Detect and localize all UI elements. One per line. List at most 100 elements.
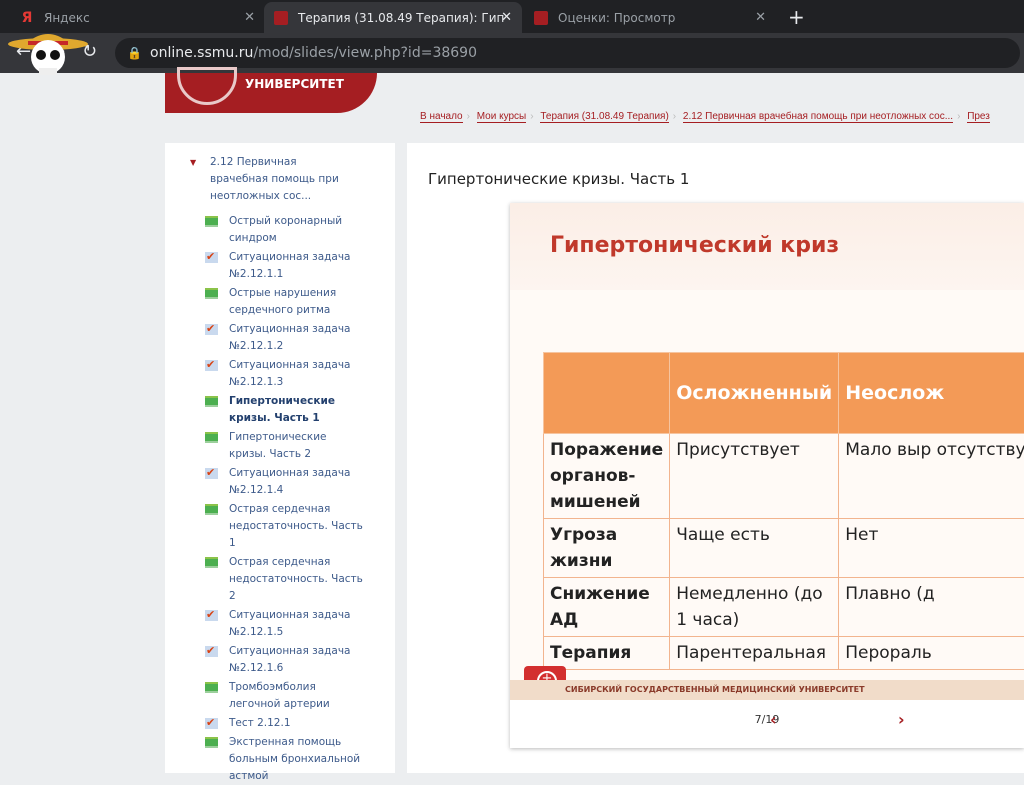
new-tab-button[interactable]: + (788, 5, 805, 29)
url-path: /mod/slides/view.php?id=38690 (253, 45, 477, 61)
table-cell: Чаще есть (670, 519, 839, 578)
seal-icon (177, 67, 237, 105)
table-cell: Немедленно (до 1 часа) (670, 578, 839, 637)
sidebar-item-label: Гипертонические кризы. Часть 1 (205, 393, 365, 427)
sidebar-item[interactable]: Тромбоэмболия легочной артерии (205, 679, 365, 713)
table-cell: Парентеральная (670, 637, 839, 670)
sidebar-item-label: Ситуационная задача №2.12.1.1 (205, 249, 365, 283)
slides-icon (205, 432, 218, 443)
sidebar-item[interactable]: Гипертонические кризы. Часть 2 (205, 429, 365, 463)
table-row: Снижение АДНемедленно (до 1 часа)Плавно … (544, 578, 1024, 637)
sidebar-item[interactable]: Ситуационная задача №2.12.1.5 (205, 607, 365, 641)
slide-header: Гипертонический криз (510, 203, 1024, 290)
comparison-table: Осложненный Неослож Поражение органов- м… (543, 352, 1024, 670)
close-icon[interactable]: ✕ (755, 10, 766, 25)
course-navigation: ▼2.12 Первичная врачебная помощь при нео… (165, 143, 395, 773)
slides-icon (205, 682, 218, 693)
section-link[interactable]: ▼2.12 Первичная врачебная помощь при нео… (190, 154, 350, 205)
quiz-icon (205, 360, 218, 371)
sidebar-item[interactable]: Острый коронарный синдром (205, 213, 365, 247)
tab-yandex[interactable]: Я Яндекс ✕ (10, 2, 265, 33)
prev-slide-button[interactable]: ‹ (770, 710, 777, 729)
tab-grades[interactable]: Оценки: Просмотр ✕ (524, 2, 776, 33)
table-header (544, 353, 670, 434)
sidebar-item[interactable]: Ситуационная задача №2.12.1.6 (205, 643, 365, 677)
breadcrumb: В начало› Мои курсы› Терапия (31.08.49 Т… (420, 111, 990, 122)
page-title: Гипертонические кризы. Часть 1 (428, 170, 689, 188)
slides-icon (205, 737, 218, 748)
url-host: online.ssmu.ru (150, 45, 253, 61)
quiz-icon (205, 252, 218, 263)
quiz-icon (205, 646, 218, 657)
sidebar-item-label: Ситуационная задача №2.12.1.5 (205, 607, 365, 641)
sidebar-item-label: Ситуационная задача №2.12.1.2 (205, 321, 365, 355)
ssmu-icon (534, 11, 548, 25)
table-cell: Нет (839, 519, 1024, 578)
address-bar-area: ← → ↻ 🔒online.ssmu.ru/mod/slides/view.ph… (0, 33, 1024, 73)
sidebar-item[interactable]: Ситуационная задача №2.12.1.1 (205, 249, 365, 283)
yandex-icon: Я (20, 11, 34, 25)
tab-label: Оценки: Просмотр (558, 11, 675, 25)
close-icon[interactable]: ✕ (244, 10, 255, 25)
table-cell: Поражение органов- мишеней (544, 434, 670, 519)
university-logo[interactable]: УНИВЕРСИТЕТ (165, 73, 377, 113)
tab-label: Яндекс (44, 11, 90, 25)
lock-icon: 🔒 (127, 38, 142, 68)
section-label: 2.12 Первичная врачебная помощь при неот… (190, 154, 350, 205)
tab-label: Терапия (31.08.49 Терапия): Гип (298, 11, 504, 25)
ssmu-icon (274, 11, 288, 25)
sidebar-item[interactable]: Острые нарушения сердечного ритма (205, 285, 365, 319)
slide-pager: ‹ 7/19 › (510, 713, 1024, 726)
sidebar-item-label: Тромбоэмболия легочной артерии (205, 679, 365, 713)
breadcrumb-current[interactable]: През (967, 111, 990, 123)
sidebar-item[interactable]: Острая сердечная недостаточность. Часть … (205, 501, 365, 552)
table-row: Угроза жизниЧаще естьНет (544, 519, 1024, 578)
sidebar-item-label: Тест 2.12.1 (205, 715, 365, 732)
table-row: Поражение органов- мишенейПрисутствуетМа… (544, 434, 1024, 519)
sidebar-item-label: Острая сердечная недостаточность. Часть … (205, 501, 365, 552)
quiz-icon (205, 324, 218, 335)
slide-viewer: Гипертонический криз Осложненный Неослож… (510, 203, 1024, 748)
logo-text: УНИВЕРСИТЕТ (245, 77, 344, 91)
breadcrumb-section[interactable]: 2.12 Первичная врачебная помощь при неот… (683, 111, 953, 123)
close-icon[interactable]: ✕ (501, 10, 512, 25)
quiz-icon (205, 610, 218, 621)
table-header: Осложненный (670, 353, 839, 434)
sidebar-item[interactable]: Ситуационная задача №2.12.1.2 (205, 321, 365, 355)
table-cell: Мало выр отсутствуе (839, 434, 1024, 519)
slides-icon (205, 557, 218, 568)
slides-icon (205, 504, 218, 515)
sidebar-item[interactable]: Ситуационная задача №2.12.1.4 (205, 465, 365, 499)
sidebar-item-label: Ситуационная задача №2.12.1.6 (205, 643, 365, 677)
caret-down-icon: ▼ (190, 154, 196, 171)
table-cell: Плавно (д (839, 578, 1024, 637)
breadcrumb-home[interactable]: В начало (420, 111, 463, 123)
slides-icon (205, 396, 218, 407)
breadcrumb-my-courses[interactable]: Мои курсы (477, 111, 527, 123)
sidebar-item[interactable]: Тест 2.12.1 (205, 715, 365, 732)
sidebar-item[interactable]: Гипертонические кризы. Часть 1 (205, 393, 365, 427)
next-slide-button[interactable]: › (898, 710, 905, 729)
sidebar-item[interactable]: Экстренная помощь больным бронхиальной а… (205, 734, 365, 785)
slides-icon (205, 288, 218, 299)
sidebar-item-label: Ситуационная задача №2.12.1.3 (205, 357, 365, 391)
tab-bar: Я Яндекс ✕ Терапия (31.08.49 Терапия): Гип… (0, 0, 1024, 33)
url-input[interactable]: 🔒 online.ssmu.ru/mod/slides/view.php?id=3… (115, 38, 1020, 68)
quiz-icon (205, 718, 218, 729)
breadcrumb-course[interactable]: Терапия (31.08.49 Терапия) (540, 111, 668, 123)
sidebar-item[interactable]: Ситуационная задача №2.12.1.3 (205, 357, 365, 391)
sidebar-item-label: Острый коронарный синдром (205, 213, 365, 247)
sidebar-item[interactable]: Острая сердечная недостаточность. Часть … (205, 554, 365, 605)
skull-sticker-icon (6, 30, 91, 75)
sidebar-item-label: Гипертонические кризы. Часть 2 (205, 429, 365, 463)
table-cell: Угроза жизни (544, 519, 670, 578)
quiz-icon (205, 468, 218, 479)
sidebar-item-label: Ситуационная задача №2.12.1.4 (205, 465, 365, 499)
table-header: Неослож (839, 353, 1024, 434)
sidebar-item-label: Острая сердечная недостаточность. Часть … (205, 554, 365, 605)
sidebar-item-label: Острые нарушения сердечного ритма (205, 285, 365, 319)
tab-therapy[interactable]: Терапия (31.08.49 Терапия): Гип✕ (264, 2, 522, 33)
table-cell: Снижение АД (544, 578, 670, 637)
table-cell: Терапия (544, 637, 670, 670)
table-cell: Присутствует (670, 434, 839, 519)
